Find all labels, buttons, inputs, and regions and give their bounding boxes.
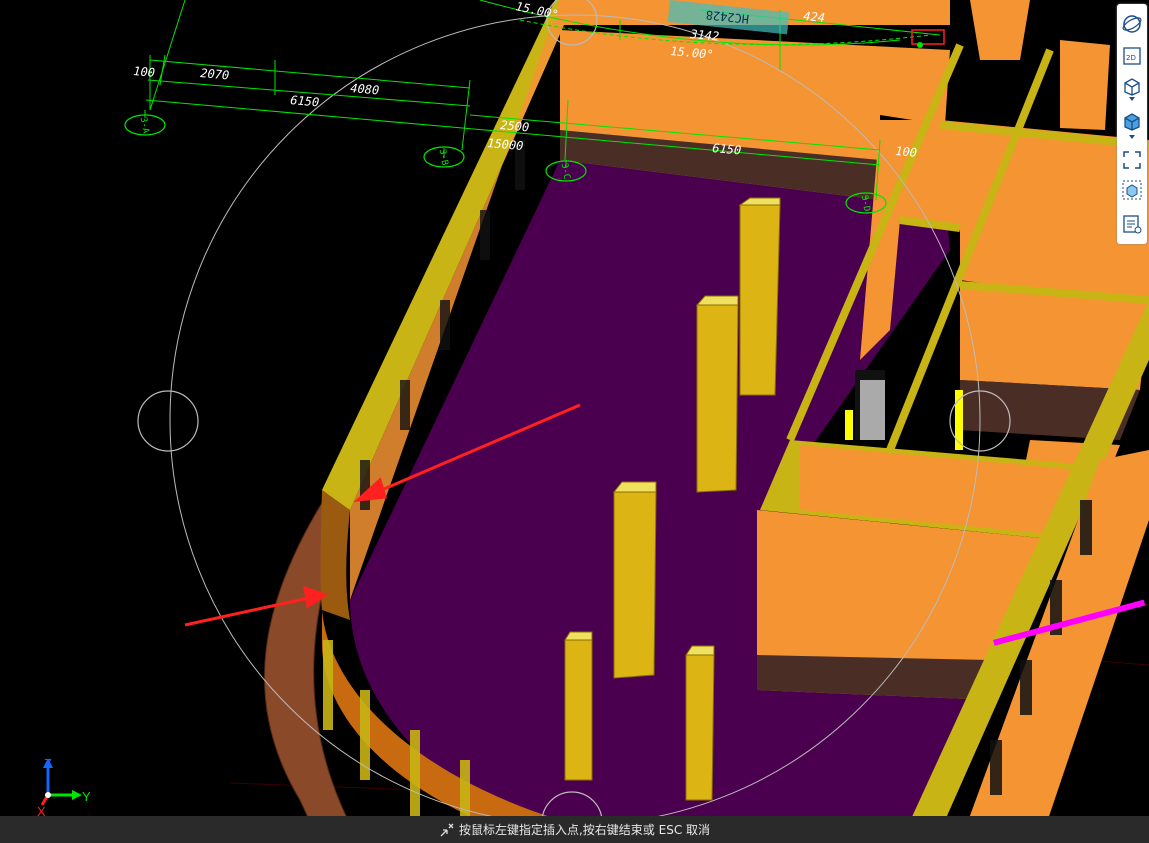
cube-view-icon[interactable] xyxy=(1120,178,1144,202)
dim-text: 100 xyxy=(133,64,156,80)
2d-icon[interactable]: 2D xyxy=(1120,44,1144,68)
layer-list-icon[interactable] xyxy=(1120,212,1144,236)
cursor-insert-icon xyxy=(440,823,454,836)
view-toolbar: 2D xyxy=(1117,4,1147,244)
zoom-extents-icon[interactable] xyxy=(1120,148,1144,172)
dim-text: 424 xyxy=(803,9,826,25)
dim-text: 100 xyxy=(895,144,918,160)
dim-text: 2500 xyxy=(500,118,530,134)
2d-label: 2D xyxy=(1126,54,1136,62)
gizmo-y-label: Y xyxy=(82,789,91,804)
axis-marker-label: 3-A xyxy=(138,116,151,134)
chevron-down-icon[interactable] xyxy=(1120,94,1144,104)
command-prompt-bar: 按鼠标左键指定插入点,按右键结束或 ESC 取消 xyxy=(0,816,1149,843)
gizmo-z-label: Z xyxy=(44,756,52,771)
dim-text: 6150 xyxy=(290,93,320,109)
dim-text: 4080 xyxy=(350,81,380,97)
orbit-icon[interactable] xyxy=(1120,12,1144,36)
status-message: 按鼠标左键指定插入点,按右键结束或 ESC 取消 xyxy=(458,823,711,837)
3d-viewport[interactable]: 3-A 3-B 3-C 3-D 100 2070 4080 6150 2500 … xyxy=(0,0,1149,843)
dim-text: 3142 xyxy=(689,27,720,44)
dim-text: 2070 xyxy=(200,66,230,82)
dim-text: 6150 xyxy=(712,141,742,157)
axis-marker-label: 3-B xyxy=(437,148,450,166)
chevron-down-icon[interactable] xyxy=(1120,132,1144,142)
